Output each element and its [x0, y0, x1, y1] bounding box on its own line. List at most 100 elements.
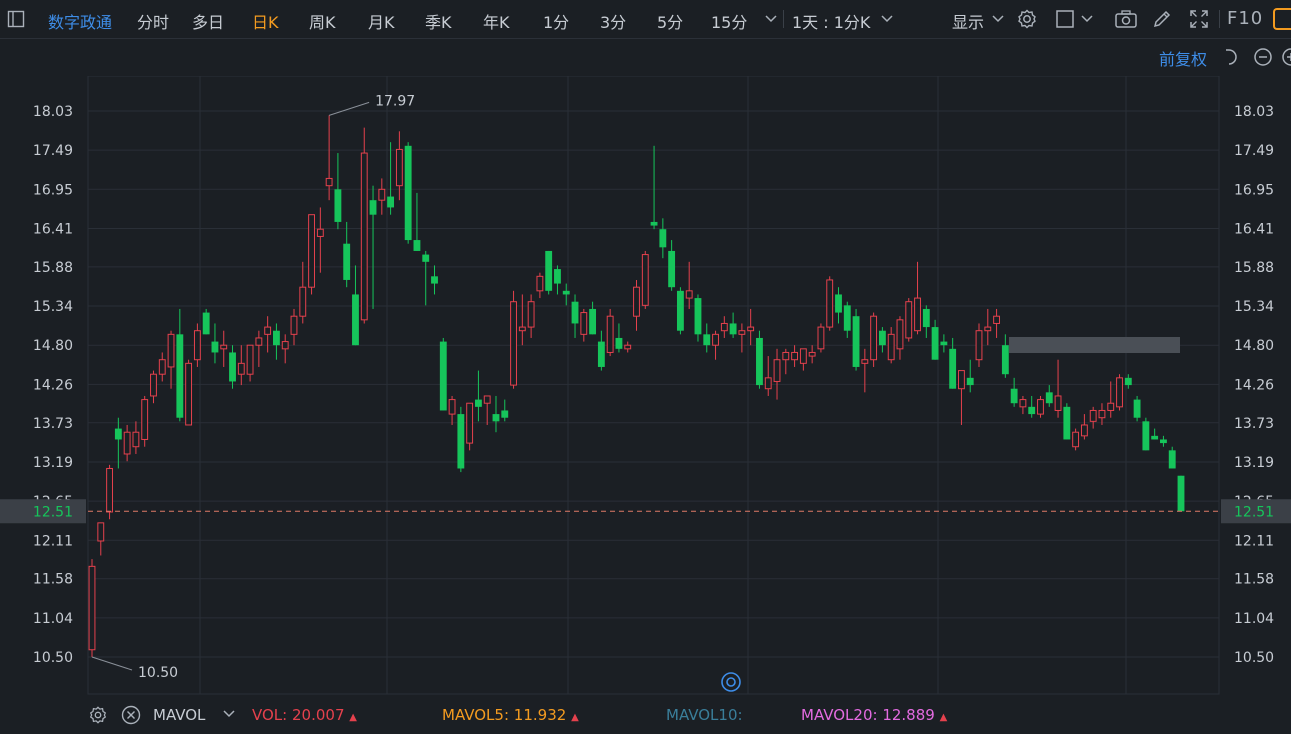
tab-fenshi[interactable]: 分时: [137, 9, 169, 33]
candle: [185, 359, 193, 426]
candle-body: [843, 305, 851, 331]
right-axis-tick-label: 14.26: [1234, 377, 1274, 393]
tab-5min[interactable]: 5分: [657, 9, 683, 33]
candle: [466, 402, 474, 451]
candles: [88, 115, 1185, 657]
candle: [290, 308, 298, 346]
pencil-icon[interactable]: [1150, 7, 1174, 31]
adjust-mode-button[interactable]: 前复权: [1159, 46, 1207, 70]
candle-body: [316, 228, 324, 237]
candle-body: [554, 269, 561, 284]
mavol20-label: MAVOL20: 12.889 ▲: [801, 706, 947, 724]
candle: [1160, 435, 1167, 447]
floating-label-box: [1009, 337, 1180, 353]
low-marker-line: [91, 656, 133, 671]
kline-chart-panel[interactable]: 18.03 17.49 16.95 16.41 15.88 15.34 14.80 14.26…: [0, 75, 1291, 696]
candle-body: [852, 316, 860, 367]
left-axis-tick-label: 10.50: [33, 650, 73, 666]
candle-body: [624, 344, 632, 350]
candle: [799, 348, 807, 371]
candle: [764, 356, 772, 396]
tab-weekly-k[interactable]: 周K: [309, 9, 336, 33]
candle-body: [150, 373, 157, 397]
right-axis-tick-label: 11.04: [1234, 611, 1274, 627]
tab-monthly-k[interactable]: 月K: [368, 9, 395, 33]
candle: [852, 308, 860, 371]
display-menu[interactable]: 显示: [952, 9, 984, 33]
candle-body: [782, 351, 790, 361]
period-more-chevron-icon[interactable]: [764, 9, 778, 31]
candle-body: [720, 322, 728, 332]
stock-name[interactable]: 数字政通: [48, 9, 112, 33]
candle-body: [817, 326, 825, 350]
indicator-chevron-icon[interactable]: [222, 704, 236, 726]
candle: [835, 287, 842, 324]
side-panel-toggle-icon[interactable]: [1273, 8, 1291, 30]
left-axis-tick-label: 16.95: [33, 182, 73, 198]
candle: [369, 185, 377, 309]
candle: [492, 395, 500, 433]
zoom-out-icon[interactable]: [1253, 47, 1273, 71]
vol-up-arrow-icon: ▲: [349, 712, 357, 723]
candle-body: [360, 152, 368, 321]
left-price-axis: 18.03 17.49 16.95 16.41 15.88 15.34 14.80 14.26…: [33, 104, 73, 666]
tab-quarterly-k[interactable]: 季K: [425, 9, 452, 33]
candle-body: [659, 229, 667, 248]
interval-select[interactable]: 1天 : 1分K: [792, 9, 870, 33]
right-axis-tick-label: 16.95: [1234, 182, 1274, 198]
tab-multiday[interactable]: 多日: [192, 9, 224, 33]
candle-body: [220, 344, 228, 350]
display-chevron-icon[interactable]: [991, 9, 1005, 31]
interval-chevron-icon[interactable]: [880, 9, 894, 31]
candle: [1001, 334, 1009, 378]
tab-yearly-k[interactable]: 年K: [483, 9, 510, 33]
left-axis-tick-label: 17.49: [33, 143, 73, 159]
candle: [518, 294, 526, 346]
candle: [536, 272, 544, 299]
candle: [641, 250, 649, 309]
indicator-name[interactable]: MAVOL: [153, 706, 205, 724]
candle: [422, 250, 430, 306]
candle-body: [1080, 424, 1088, 437]
candle: [861, 348, 869, 393]
candle-body: [922, 308, 930, 328]
f10-button[interactable]: F10: [1227, 8, 1263, 29]
indicator-bar: MAVOL VOL: 20.007 ▲ MAVOL5: 11.932 ▲ MAV…: [0, 696, 1291, 734]
gear-icon[interactable]: [1015, 7, 1039, 31]
tab-3min[interactable]: 3分: [600, 9, 626, 33]
layout-chevron-icon[interactable]: [1080, 9, 1094, 31]
target-icon: [721, 672, 741, 692]
candle-body: [1124, 377, 1132, 386]
candle-body: [176, 334, 184, 418]
candle: [1080, 414, 1088, 440]
tab-daily-k[interactable]: 日K: [252, 9, 279, 33]
camera-icon[interactable]: [1114, 7, 1138, 31]
indicator-settings-gear-icon[interactable]: [88, 705, 108, 729]
vol-label: VOL: 20.007 ▲: [252, 706, 357, 724]
tab-1min[interactable]: 1分: [543, 9, 569, 33]
kline-chart[interactable]: 18.03 17.49 16.95 16.41 15.88 15.34 14.80 14.26…: [0, 75, 1291, 696]
candle-body: [1142, 421, 1150, 451]
tab-15min[interactable]: 15分: [711, 9, 747, 33]
candle-body: [808, 351, 816, 357]
candle: [325, 115, 333, 201]
sidebar-toggle-icon[interactable]: [7, 10, 25, 28]
candle-body: [905, 301, 913, 339]
candle: [1010, 377, 1018, 407]
right-axis-tick-label: 15.88: [1234, 260, 1274, 276]
undo-icon[interactable]: [1221, 47, 1243, 71]
layout-square-icon[interactable]: [1053, 7, 1077, 31]
mavol20-up-arrow-icon: ▲: [939, 712, 948, 723]
candle: [97, 522, 105, 556]
candle-body: [641, 254, 649, 306]
candle: [896, 316, 904, 360]
candle: [562, 283, 570, 306]
candle-body: [88, 565, 96, 651]
indicator-close-icon[interactable]: [121, 705, 141, 729]
zoom-in-icon[interactable]: [1281, 47, 1291, 71]
candle: [246, 344, 254, 382]
fullscreen-icon[interactable]: [1187, 7, 1211, 31]
candle: [1054, 359, 1062, 418]
candle-body: [141, 399, 149, 440]
candle: [633, 279, 640, 331]
